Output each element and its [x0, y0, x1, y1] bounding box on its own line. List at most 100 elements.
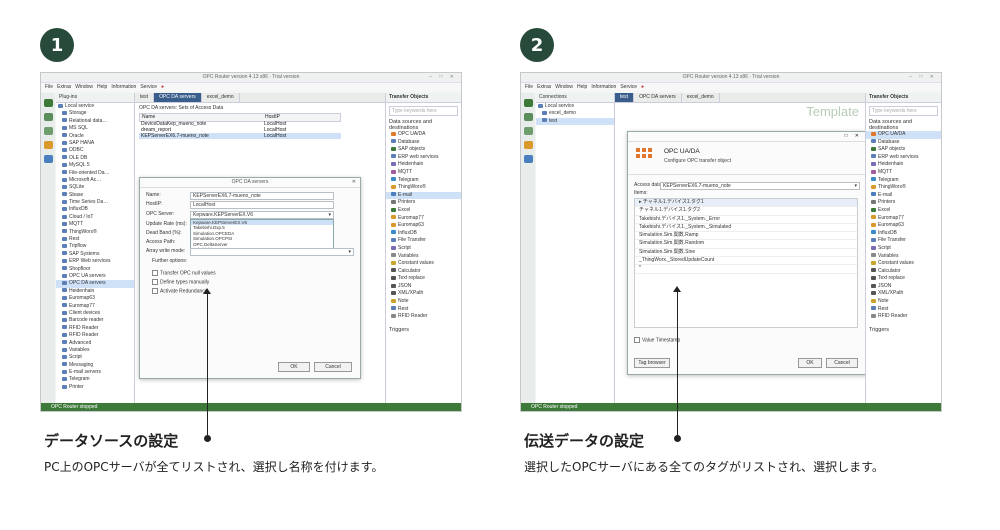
- column-hostip[interactable]: HostIP: [265, 114, 280, 121]
- transfer-object-item[interactable]: Note: [386, 298, 461, 306]
- menu-extras[interactable]: Extras: [537, 84, 551, 90]
- transfer-object-item[interactable]: InfluxDB: [386, 230, 461, 238]
- menu-information[interactable]: Information: [111, 84, 136, 90]
- transfer-object-item[interactable]: Database: [866, 139, 941, 147]
- tree-item[interactable]: File-oriented Da…: [56, 170, 134, 177]
- tree-item[interactable]: excel_demo: [536, 110, 614, 117]
- transfer-object-item[interactable]: XML/XPath: [386, 290, 461, 298]
- tree-item[interactable]: Local service: [536, 103, 614, 110]
- tree-item[interactable]: E-mail servers: [56, 369, 134, 376]
- transfer-object-item[interactable]: Printers: [866, 199, 941, 207]
- transfer-object-item[interactable]: ThingWorx®: [386, 184, 461, 192]
- transfer-object-item[interactable]: Heidenhain: [386, 161, 461, 169]
- tag-browser-button[interactable]: Tag browser: [634, 358, 670, 368]
- window-controls[interactable]: – □ ✕: [909, 73, 937, 82]
- tree-item[interactable]: InfluxDB: [56, 206, 134, 213]
- menu-extras[interactable]: Extras: [57, 84, 71, 90]
- menu-file[interactable]: File: [525, 84, 533, 90]
- tree-item[interactable]: Sbase: [56, 192, 134, 199]
- transfer-object-item[interactable]: Text replace: [386, 275, 461, 283]
- transfer-object-item[interactable]: ThingWorx®: [866, 184, 941, 192]
- tree-item[interactable]: test: [536, 117, 614, 126]
- tree-item[interactable]: Euromap63: [56, 295, 134, 302]
- checkbox-value-timestamp[interactable]: Value Timestamp: [634, 337, 680, 344]
- tree-item[interactable]: Shopfloor: [56, 266, 134, 273]
- tree-item[interactable]: Variables: [56, 347, 134, 354]
- deploy-icon[interactable]: [43, 141, 53, 149]
- transfer-object-item[interactable]: JSON: [866, 283, 941, 291]
- access-data-select[interactable]: KEPServerEX6.7-mueno_note ▾: [660, 182, 860, 190]
- transfer-object-item[interactable]: ERP web services: [866, 154, 941, 162]
- tree-item[interactable]: SQLite: [56, 184, 134, 191]
- tree-item[interactable]: ThingWorx®: [56, 229, 134, 236]
- tree-item[interactable]: Telegram: [56, 376, 134, 383]
- close-icon[interactable]: ✕: [352, 178, 356, 187]
- transfer-object-item[interactable]: MQTT: [866, 169, 941, 177]
- tree-header[interactable]: Connections: [536, 93, 614, 103]
- tree-item[interactable]: SAP HANA: [56, 140, 134, 147]
- transfer-object-item[interactable]: Rest: [386, 306, 461, 314]
- transfer-object-item[interactable]: Script: [866, 245, 941, 253]
- transfer-object-item[interactable]: Printers: [386, 199, 461, 207]
- menu-service[interactable]: Service: [620, 84, 637, 90]
- transfer-object-item[interactable]: Euromap77: [866, 215, 941, 223]
- new-row-marker[interactable]: *: [635, 265, 857, 274]
- transfer-object-item[interactable]: Euromap63: [866, 222, 941, 230]
- checkbox-box[interactable]: [152, 279, 158, 285]
- tree-item[interactable]: Storage: [56, 110, 134, 117]
- tree-item[interactable]: Cloud / IoT: [56, 214, 134, 221]
- tab-excel-demo[interactable]: excel_demo: [682, 93, 720, 102]
- tab-opc-da-servers[interactable]: OPC DA servers: [634, 93, 682, 102]
- transfer-object-item[interactable]: RFID Reader: [866, 313, 941, 321]
- tree-item[interactable]: Script: [56, 354, 134, 361]
- tag-row[interactable]: Simulation.Sim.関数.Random: [635, 240, 857, 249]
- checkbox-redundancy[interactable]: Activate Redundancy: [152, 288, 207, 295]
- tree-item[interactable]: SAP Systems: [56, 251, 134, 258]
- name-field[interactable]: KEPServerEX6.7-mueno_note: [190, 192, 334, 200]
- tab-opc-da-servers[interactable]: OPC DA servers: [154, 93, 202, 102]
- transfer-object-item[interactable]: XML/XPath: [866, 290, 941, 298]
- transfer-search-input[interactable]: Type keywords here: [389, 106, 458, 116]
- transfer-object-item[interactable]: E-mail: [386, 191, 461, 200]
- cancel-button[interactable]: Cancel: [826, 358, 858, 368]
- transfer-object-item[interactable]: Calculator: [866, 268, 941, 276]
- tree-item[interactable]: Messaging: [56, 362, 134, 369]
- checkbox-define-types[interactable]: Define types manually: [152, 279, 209, 286]
- menu-window[interactable]: Window: [555, 84, 573, 90]
- tree-item[interactable]: Microsoft Ac…: [56, 177, 134, 184]
- cancel-button[interactable]: Cancel: [314, 362, 352, 372]
- tree-item[interactable]: Euromap77: [56, 303, 134, 310]
- chevron-down-icon[interactable]: ▾: [328, 212, 331, 218]
- tree-item[interactable]: Local service: [56, 103, 134, 110]
- transfer-object-item[interactable]: Excel: [386, 207, 461, 215]
- tree-item[interactable]: Time Series Da…: [56, 199, 134, 206]
- list-icon[interactable]: [43, 113, 53, 121]
- chevron-down-icon[interactable]: ▾: [348, 249, 351, 255]
- transfer-object-item[interactable]: Database: [386, 139, 461, 147]
- template-icon[interactable]: [523, 127, 533, 135]
- transfer-object-item[interactable]: File Transfer: [386, 237, 461, 245]
- window-controls[interactable]: – □ ✕: [429, 73, 457, 82]
- opc-server-select[interactable]: Kepware.KEPServerEX.V6 ▾: [190, 211, 334, 219]
- tag-row[interactable]: Simulation.Sim.関数.Sine: [635, 249, 857, 258]
- ok-button[interactable]: OK: [278, 362, 310, 372]
- transfer-object-item[interactable]: Constant values: [866, 260, 941, 268]
- transfer-object-item[interactable]: Rest: [866, 306, 941, 314]
- plugins-icon[interactable]: [43, 99, 53, 107]
- tree-item[interactable]: ERP Web services: [56, 258, 134, 265]
- checkbox-box[interactable]: [634, 337, 640, 343]
- tree-item[interactable]: Printer: [56, 384, 134, 391]
- monitor-icon[interactable]: [43, 155, 53, 163]
- tree-item[interactable]: Tripflow: [56, 243, 134, 250]
- transfer-object-item[interactable]: OPC UA/DA: [386, 131, 461, 139]
- transfer-object-item[interactable]: SAP objects: [866, 146, 941, 154]
- menu-help[interactable]: Help: [97, 84, 107, 90]
- tag-row[interactable]: Takebishi.デバイス1._System._Error: [635, 216, 857, 224]
- dialog-window-controls[interactable]: □ ✕: [844, 133, 862, 139]
- hostip-field[interactable]: LocalHost: [190, 201, 334, 209]
- plugins-icon[interactable]: [523, 99, 533, 107]
- menu-window[interactable]: Window: [75, 84, 93, 90]
- tree-item[interactable]: ODBC: [56, 147, 134, 154]
- tree-header[interactable]: Plug-ins: [56, 93, 134, 103]
- transfer-object-item[interactable]: Excel: [866, 207, 941, 215]
